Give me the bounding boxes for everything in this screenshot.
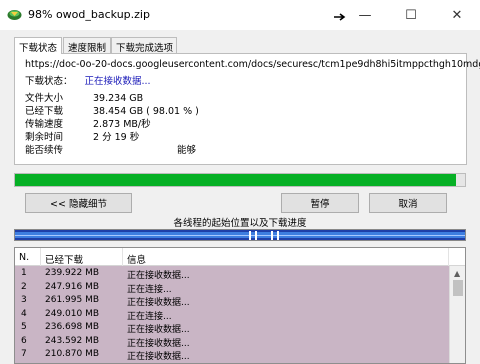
cancel-button[interactable]: 取消 [369,193,447,213]
status-label: 下载状态： [25,76,73,87]
thread-list-scrollbar[interactable]: ▲ [449,266,465,363]
close-button[interactable]: ✕ [434,0,480,30]
tab-speed-limit[interactable]: 速度限制 [63,37,111,54]
thread-progress-strip [14,229,466,241]
thread-row[interactable]: 3 261.995 MB 正在接收数据... [15,294,449,308]
thread-marker [277,231,279,240]
column-header-downloaded[interactable]: 已经下载 [41,248,123,266]
hide-details-button[interactable]: << 隐藏细节 [25,193,132,213]
window-title: 98% owod_backup.zip [28,8,150,21]
column-header-info[interactable]: 信息 [123,248,449,266]
progress-fill [15,174,457,186]
thread-info: 正在接收数据... [127,298,190,308]
column-header-number[interactable]: N. [15,248,41,266]
speed-value: 2.873 MB/秒 [93,119,151,130]
status-value: 正在接收数据... [84,76,151,87]
thread-downloaded: 239.922 MB [45,268,100,278]
thread-number: 2 [21,281,27,292]
thread-downloaded: 249.010 MB [45,308,100,319]
thread-downloaded: 236.698 MB [45,322,100,332]
resume-value: 能够 [177,145,197,156]
threads-caption: 各线程的起始位置以及下载进度 [173,218,307,229]
minimize-icon: — [358,7,372,23]
remaining-row: 剩余时间 2 分 19 秒 [25,129,139,143]
thread-row[interactable]: 2 247.916 MB 正在连接... [15,281,449,295]
remaining-value: 2 分 19 秒 [93,132,140,143]
thread-row[interactable]: 1 239.922 MB 正在接收数据... [15,267,449,281]
maximize-button[interactable]: ☐ [388,0,434,30]
downloaded-row: 已经下载 38.454 GB ( 98.01 % ) [25,103,199,117]
pause-button[interactable]: 暂停 [281,193,359,213]
speed-label: 传输速度 [25,119,64,130]
thread-info: 正在接收数据... [127,271,190,281]
thread-strip-highlight [15,235,465,236]
thread-row[interactable]: 5 236.698 MB 正在接收数据... [15,321,449,335]
thread-list: N. 已经下载 信息 1 239.922 MB 正在接收数据... 2 247.916 … [14,247,466,364]
tab-download-status[interactable]: 下载状态 [14,37,62,54]
thread-row[interactable]: 7 210.870 MB 正在接收数据... [15,348,449,362]
thread-list-body: 1 239.922 MB 正在接收数据... 2 247.916 MB 正在连接... 3 2… [15,266,449,363]
thread-marker [271,231,273,240]
scroll-thumb[interactable] [453,280,463,296]
speed-row: 传输速度 2.873 MB/秒 [25,116,151,130]
tab-completion-options[interactable]: 下载完成选项 [111,37,177,54]
scroll-up-arrow-icon[interactable]: ▲ [454,269,460,278]
thread-number: 4 [21,308,27,319]
thread-marker [255,231,257,240]
thread-info: 正在接收数据... [127,325,190,335]
file-size-row: 文件大小 39.234 GB [25,90,143,104]
remaining-label: 剩余时间 [25,132,64,143]
thread-info: 正在连接... [127,284,172,295]
thread-number: 1 [21,268,27,278]
thread-row[interactable]: 4 249.010 MB 正在连接... [15,308,449,322]
thread-list-header: N. 已经下载 信息 [15,248,465,266]
status-row: 下载状态： 正在接收数据... [25,73,151,87]
thread-row[interactable]: 6 243.592 MB 正在接收数据... [15,335,449,349]
title-bar: 98% owod_backup.zip — ☐ ✕ [0,0,480,30]
download-app-icon [7,10,22,20]
thread-number: 3 [21,295,27,305]
resume-label: 能否续传 [25,145,64,156]
thread-info: 正在接收数据... [127,352,190,362]
file-size-label: 文件大小 [25,93,64,104]
thread-info: 正在连接... [127,311,172,322]
downloaded-label: 已经下载 [25,106,64,117]
status-panel: https://doc-0o-20-docs.googleusercontent… [14,53,480,165]
thread-downloaded: 247.916 MB [45,281,100,292]
maximize-icon: ☐ [405,7,417,23]
thread-downloaded: 210.870 MB [45,349,100,359]
download-progress-bar [14,173,466,187]
thread-marker [249,231,251,240]
thread-number: 5 [21,322,27,332]
minimize-button[interactable]: — [342,0,388,30]
thread-info: 正在接收数据... [127,338,190,349]
thread-downloaded: 243.592 MB [45,335,100,346]
download-url: https://doc-0o-20-docs.googleusercontent… [25,59,480,70]
thread-downloaded: 261.995 MB [45,295,100,305]
thread-number: 6 [21,335,27,346]
thread-number: 7 [21,349,27,359]
close-icon: ✕ [451,7,463,23]
resume-row: 能否续传 能够 [25,142,196,156]
